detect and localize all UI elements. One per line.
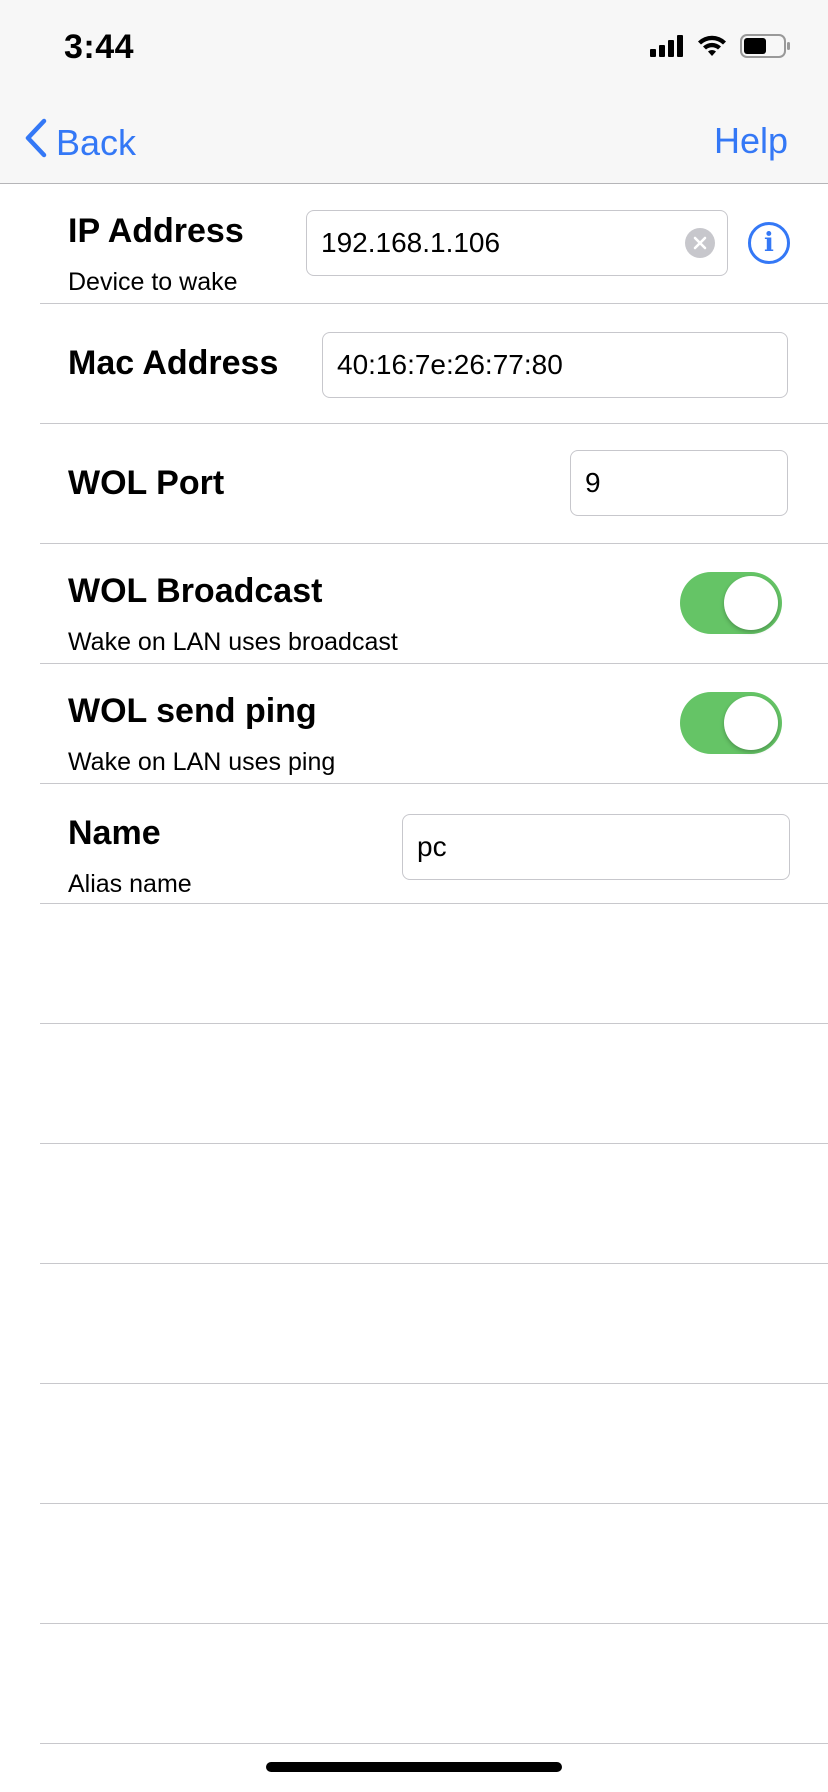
ip-address-field[interactable]: 192.168.1.106 — [306, 210, 728, 276]
wol-broadcast-subtitle: Wake on LAN uses broadcast — [68, 628, 398, 656]
toggle-knob — [724, 576, 778, 630]
ip-address-row: IP Address Device to wake 192.168.1.106 … — [40, 184, 828, 304]
empty-row — [40, 904, 828, 1024]
wol-port-row: WOL Port 9 — [40, 424, 828, 544]
name-field[interactable]: pc — [402, 814, 790, 880]
name-value: pc — [417, 831, 447, 862]
empty-row — [40, 1144, 828, 1264]
name-title: Name — [68, 814, 161, 852]
wol-ping-toggle[interactable] — [680, 692, 782, 754]
empty-row — [40, 1504, 828, 1624]
home-indicator — [266, 1762, 562, 1772]
status-icons — [650, 34, 792, 63]
ip-address-subtitle: Device to wake — [68, 268, 238, 296]
wol-broadcast-row: WOL Broadcast Wake on LAN uses broadcast — [40, 544, 828, 664]
wol-port-value: 9 — [585, 467, 601, 498]
help-button[interactable]: Help — [714, 120, 788, 162]
mac-address-field[interactable]: 40:16:7e:26:77:80 — [322, 332, 788, 398]
wol-port-field[interactable]: 9 — [570, 450, 788, 516]
wol-ping-subtitle: Wake on LAN uses ping — [68, 748, 336, 776]
cellular-signal-icon — [650, 35, 684, 62]
back-label: Back — [56, 121, 137, 163]
navigation-header: 3:44 Back Help — [0, 0, 828, 184]
status-time: 3:44 — [64, 28, 135, 66]
empty-row — [40, 1384, 828, 1504]
name-subtitle: Alias name — [68, 870, 192, 898]
wol-broadcast-toggle[interactable] — [680, 572, 782, 634]
back-button[interactable]: Back — [24, 118, 136, 167]
wol-ping-title: WOL send ping — [68, 692, 317, 730]
wol-broadcast-title: WOL Broadcast — [68, 572, 323, 610]
wol-port-title: WOL Port — [68, 464, 225, 502]
wifi-icon — [696, 34, 728, 63]
wol-ping-row: WOL send ping Wake on LAN uses ping — [40, 664, 828, 784]
clear-text-icon[interactable] — [685, 228, 715, 258]
empty-row — [40, 1024, 828, 1144]
toggle-knob — [724, 696, 778, 750]
mac-address-value: 40:16:7e:26:77:80 — [337, 349, 563, 380]
empty-row — [40, 1624, 828, 1744]
mac-address-title: Mac Address — [68, 344, 279, 382]
info-icon[interactable]: i — [748, 222, 790, 264]
empty-row — [40, 1264, 828, 1384]
ip-address-title: IP Address — [68, 212, 244, 250]
ip-address-value: 192.168.1.106 — [321, 227, 501, 258]
battery-icon — [740, 34, 792, 63]
chevron-left-icon — [24, 118, 48, 167]
mac-address-row: Mac Address 40:16:7e:26:77:80 — [40, 304, 828, 424]
name-row: Name Alias name pc — [40, 784, 828, 904]
